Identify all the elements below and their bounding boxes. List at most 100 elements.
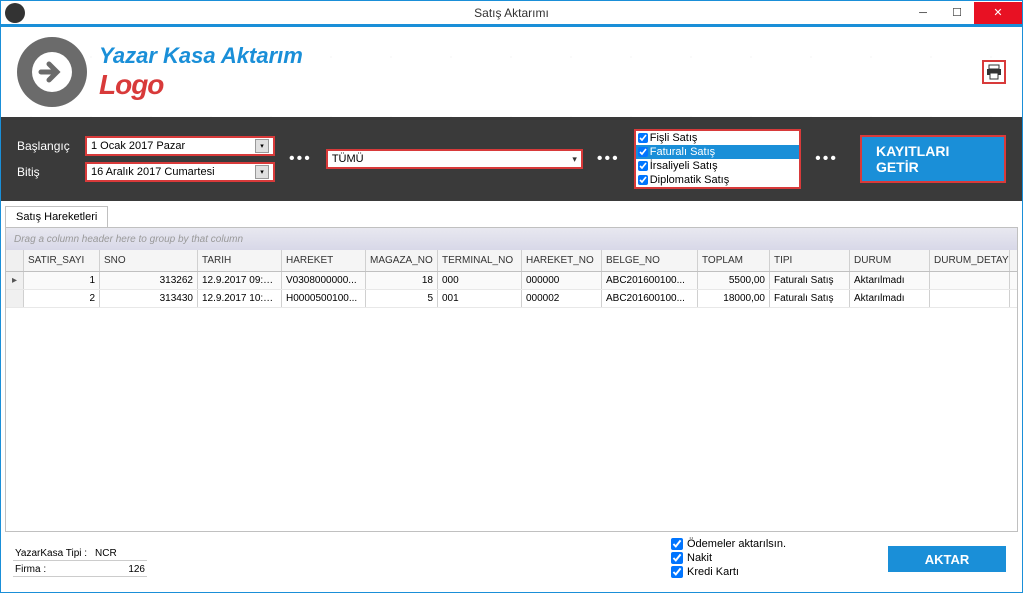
checkbox-card-input[interactable] bbox=[671, 566, 683, 578]
checkbox-cash-label: Nakit bbox=[687, 552, 712, 564]
more-dates-button[interactable]: ••• bbox=[289, 150, 312, 168]
col-belge-no[interactable]: BELGE_NO bbox=[602, 250, 698, 271]
brand-logo: Logo bbox=[99, 69, 303, 101]
minimize-button[interactable]: ─ bbox=[906, 2, 940, 24]
more-stores-button[interactable]: ••• bbox=[597, 150, 620, 168]
checklist-checkbox[interactable] bbox=[638, 133, 648, 143]
col-satir-sayi[interactable]: SATIR_SAYI bbox=[24, 250, 100, 271]
checklist-checkbox[interactable] bbox=[638, 175, 648, 185]
print-button[interactable] bbox=[982, 60, 1006, 84]
cell-satir_sayi: 2 bbox=[24, 290, 100, 307]
header-titles: Yazar Kasa Aktarım Logo bbox=[99, 43, 303, 101]
table-row[interactable]: 231343012.9.2017 10:1...H0000500100...50… bbox=[6, 290, 1017, 308]
cell-durum_detay bbox=[930, 290, 1010, 307]
store-combo[interactable]: TÜMÜ ▾ bbox=[326, 149, 583, 169]
col-tarih[interactable]: TARIH bbox=[198, 250, 282, 271]
checklist-item-label: Faturalı Satış bbox=[650, 146, 715, 158]
end-date-input[interactable]: 16 Aralık 2017 Cumartesi ▾ bbox=[85, 162, 275, 182]
sale-type-checklist[interactable]: Fişli Satış Faturalı Satış İrsaliyeli Satı… bbox=[634, 129, 801, 189]
start-date-input[interactable]: 1 Ocak 2017 Pazar ▾ bbox=[85, 136, 275, 156]
calendar-icon[interactable]: ▾ bbox=[255, 165, 269, 179]
col-magaza-no[interactable]: MAGAZA_NO bbox=[366, 250, 438, 271]
footer-info: YazarKasa Tipi : NCR Firma : 126 bbox=[13, 547, 147, 577]
grid-body[interactable]: ▸131326212.9.2017 09:3...V0308000000...1… bbox=[6, 272, 1017, 531]
checkbox-cash[interactable]: Nakit bbox=[671, 552, 786, 564]
chevron-down-icon: ▾ bbox=[572, 154, 577, 165]
date-range-group: Başlangıç 1 Ocak 2017 Pazar ▾ Bitiş 16 A… bbox=[17, 136, 275, 182]
checklist-item[interactable]: Fişli Satış bbox=[636, 131, 799, 145]
calendar-icon[interactable]: ▾ bbox=[255, 139, 269, 153]
cell-tarih: 12.9.2017 09:3... bbox=[198, 272, 282, 289]
yazarkasa-tipi-label: YazarKasa Tipi : bbox=[13, 547, 93, 561]
end-date-value: 16 Aralık 2017 Cumartesi bbox=[91, 166, 255, 178]
col-durum[interactable]: DURUM bbox=[850, 250, 930, 271]
tab-strip: Satış Hareketleri bbox=[1, 201, 1022, 227]
page-title: Yazar Kasa Aktarım bbox=[99, 43, 303, 69]
checkbox-payments-label: Ödemeler aktarılsın. bbox=[687, 538, 786, 550]
checklist-item[interactable]: Faturalı Satış bbox=[636, 145, 799, 159]
cell-hareket_no: 000002 bbox=[522, 290, 602, 307]
fetch-records-button[interactable]: KAYITLARI GETİR bbox=[860, 135, 1006, 183]
row-indicator: ▸ bbox=[6, 272, 24, 289]
table-row[interactable]: ▸131326212.9.2017 09:3...V0308000000...1… bbox=[6, 272, 1017, 290]
footer: YazarKasa Tipi : NCR Firma : 126 Ödemele… bbox=[1, 532, 1022, 592]
group-panel[interactable]: Drag a column header here to group by th… bbox=[6, 228, 1017, 250]
store-combo-value: TÜMÜ bbox=[332, 153, 573, 165]
end-date-label: Bitiş bbox=[17, 165, 79, 179]
cell-tarih: 12.9.2017 10:1... bbox=[198, 290, 282, 307]
col-sno[interactable]: SNO bbox=[100, 250, 198, 271]
filter-bar: Başlangıç 1 Ocak 2017 Pazar ▾ Bitiş 16 A… bbox=[1, 117, 1022, 201]
checklist-item[interactable]: Diplomatik Satış bbox=[636, 173, 799, 187]
col-toplam[interactable]: TOPLAM bbox=[698, 250, 770, 271]
col-durum-detay[interactable]: DURUM_DETAY bbox=[930, 250, 1010, 271]
checklist-checkbox[interactable] bbox=[638, 161, 648, 171]
row-indicator bbox=[6, 290, 24, 307]
cell-durum_detay bbox=[930, 272, 1010, 289]
col-tipi[interactable]: TIPI bbox=[770, 250, 850, 271]
cell-belge_no: ABC201600100... bbox=[602, 290, 698, 307]
cell-durum: Aktarılmadı bbox=[850, 290, 930, 307]
transfer-icon bbox=[17, 37, 87, 107]
row-indicator-header bbox=[6, 250, 24, 271]
checkbox-card-label: Kredi Kartı bbox=[687, 566, 739, 578]
cell-magaza_no: 18 bbox=[366, 272, 438, 289]
window-controls: ─ ☐ ✕ bbox=[906, 2, 1022, 24]
checkbox-cash-input[interactable] bbox=[671, 552, 683, 564]
tab-sales-movements[interactable]: Satış Hareketleri bbox=[5, 206, 108, 227]
col-hareket[interactable]: HAREKET bbox=[282, 250, 366, 271]
firma-value: 126 bbox=[93, 563, 147, 577]
checklist-item-label: Fişli Satış bbox=[650, 132, 698, 144]
cell-terminal_no: 001 bbox=[438, 290, 522, 307]
col-hareket-no[interactable]: HAREKET_NO bbox=[522, 250, 602, 271]
maximize-button[interactable]: ☐ bbox=[940, 2, 974, 24]
cell-sno: 313430 bbox=[100, 290, 198, 307]
transfer-button[interactable]: AKTAR bbox=[888, 546, 1006, 572]
transfer-options: Ödemeler aktarılsın. Nakit Kredi Kartı bbox=[671, 538, 786, 578]
checklist-checkbox[interactable] bbox=[638, 147, 648, 157]
checkbox-payments[interactable]: Ödemeler aktarılsın. bbox=[671, 538, 786, 550]
cell-sno: 313262 bbox=[100, 272, 198, 289]
window-title: Satış Aktarımı bbox=[474, 6, 549, 20]
start-date-value: 1 Ocak 2017 Pazar bbox=[91, 140, 255, 152]
cell-durum: Aktarılmadı bbox=[850, 272, 930, 289]
more-types-button[interactable]: ••• bbox=[815, 150, 838, 168]
grid-header-row: SATIR_SAYI SNO TARIH HAREKET MAGAZA_NO T… bbox=[6, 250, 1017, 272]
cell-terminal_no: 000 bbox=[438, 272, 522, 289]
cell-tipi: Faturalı Satış bbox=[770, 290, 850, 307]
checklist-item-label: İrsaliyeli Satış bbox=[650, 160, 718, 172]
firma-label: Firma : bbox=[13, 563, 93, 577]
checkbox-payments-input[interactable] bbox=[671, 538, 683, 550]
titlebar: Satış Aktarımı ─ ☐ ✕ bbox=[1, 1, 1022, 27]
checkbox-card[interactable]: Kredi Kartı bbox=[671, 566, 786, 578]
checklist-item[interactable]: İrsaliyeli Satış bbox=[636, 159, 799, 173]
cell-satir_sayi: 1 bbox=[24, 272, 100, 289]
cell-belge_no: ABC201600100... bbox=[602, 272, 698, 289]
col-terminal-no[interactable]: TERMINAL_NO bbox=[438, 250, 522, 271]
cell-hareket: H0000500100... bbox=[282, 290, 366, 307]
close-button[interactable]: ✕ bbox=[974, 2, 1022, 24]
printer-icon bbox=[986, 64, 1002, 80]
app-icon bbox=[5, 3, 25, 23]
cell-tipi: Faturalı Satış bbox=[770, 272, 850, 289]
cell-magaza_no: 5 bbox=[366, 290, 438, 307]
cell-toplam: 5500,00 bbox=[698, 272, 770, 289]
